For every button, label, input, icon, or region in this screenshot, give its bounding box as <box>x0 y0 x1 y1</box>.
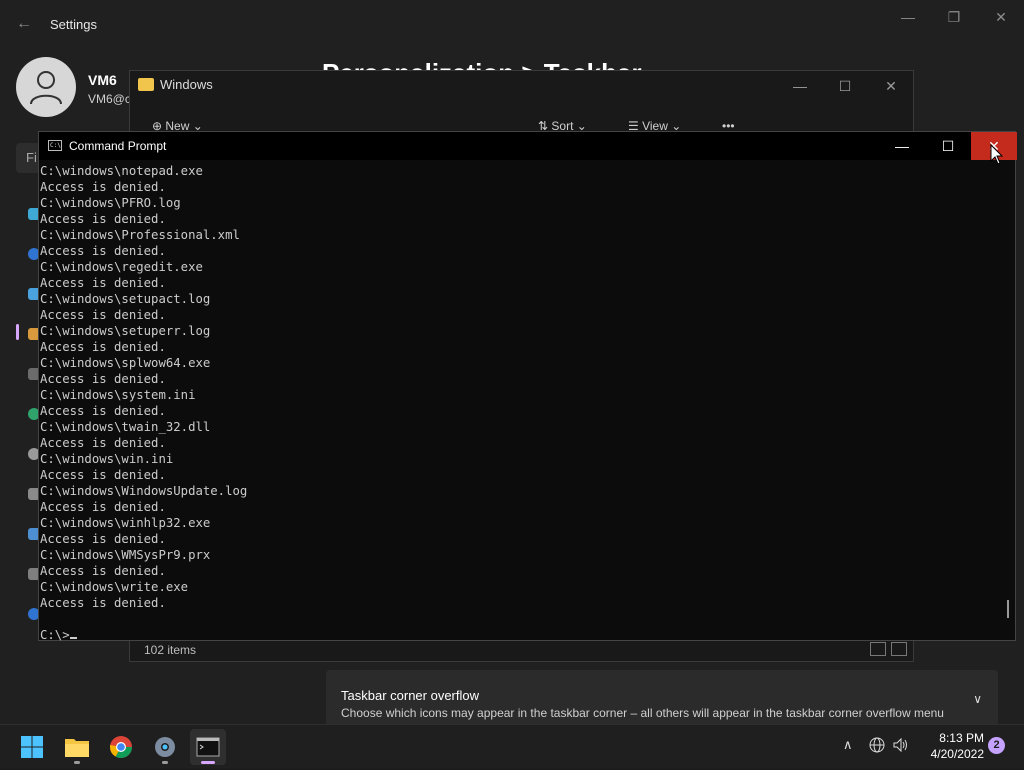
console-line: Access is denied. <box>40 372 166 386</box>
running-indicator <box>162 761 168 764</box>
console-line: C:\windows\Professional.xml <box>40 228 240 242</box>
notification-badge[interactable]: 2 <box>988 737 1005 754</box>
overflow-title: Taskbar corner overflow <box>341 688 479 703</box>
explorer-title: Windows <box>160 77 213 92</box>
chrome-button[interactable] <box>103 729 139 765</box>
mouse-pointer-icon <box>990 144 1004 165</box>
console-line: C:\windows\setupact.log <box>40 292 211 306</box>
settings-title: Settings <box>50 17 97 32</box>
settings-close-icon[interactable]: ✕ <box>986 8 1016 26</box>
console-line: C:\windows\notepad.exe <box>40 164 203 178</box>
cmd-title: Command Prompt <box>69 139 167 153</box>
details-view-icon[interactable] <box>870 642 886 656</box>
settings-titlebar: ← Settings — ❐ ✕ <box>0 0 1024 48</box>
text-cursor <box>69 637 77 639</box>
show-hidden-icons-chevron-icon[interactable]: ∧ <box>843 737 853 753</box>
cmd-titlebar[interactable]: C:\ Command Prompt — ☐ ✕ <box>39 132 1017 160</box>
system-clock[interactable]: 8:13 PM 4/20/2022 <box>920 730 984 762</box>
user-icon <box>30 71 62 105</box>
overflow-description: Choose which icons may appear in the tas… <box>341 706 944 720</box>
command-prompt-window[interactable]: C:\ Command Prompt — ☐ ✕ C:\windows\note… <box>38 131 1017 642</box>
console-line: C:\windows\system.ini <box>40 388 196 402</box>
console-line: Access is denied. <box>40 436 166 450</box>
user-name: VM6 <box>88 72 117 88</box>
cmd-minimize-button[interactable]: — <box>879 132 925 160</box>
start-button[interactable] <box>14 729 50 765</box>
console-line: C:\windows\WindowsUpdate.log <box>40 484 248 498</box>
console-line: C:\windows\setuperr.log <box>40 324 211 338</box>
item-count: 102 items <box>144 643 197 657</box>
settings-taskbar-button[interactable] <box>147 729 183 765</box>
explorer-maximize-icon[interactable]: ☐ <box>830 77 860 95</box>
console-line: Access is denied. <box>40 500 166 514</box>
file-explorer-icon <box>65 739 89 757</box>
console-line: Access is denied. <box>40 596 166 610</box>
explorer-minimize-icon[interactable]: — <box>785 77 815 95</box>
console-line: C:\windows\twain_32.dll <box>40 420 211 434</box>
console-line: Access is denied. <box>40 180 166 194</box>
active-indicator <box>201 761 215 764</box>
running-indicator <box>74 761 80 764</box>
console-line: C:\windows\write.exe <box>40 580 189 594</box>
console-line: C:\windows\WMSysPr9.prx <box>40 548 211 562</box>
console-line: Access is denied. <box>40 532 166 546</box>
console-line: Access is denied. <box>40 276 166 290</box>
console-line: C:\windows\win.ini <box>40 452 174 466</box>
console-output[interactable]: C:\windows\notepad.exe Access is denied. C… <box>39 163 999 642</box>
console-scrollbar[interactable] <box>1007 600 1009 618</box>
prompt-text: C:\> <box>40 628 70 642</box>
console-prompt[interactable]: C:\> <box>39 627 999 643</box>
settings-restore-icon[interactable]: ❐ <box>939 8 969 26</box>
console-line: Access is denied. <box>40 244 166 258</box>
console-line: Access is denied. <box>40 564 166 578</box>
speaker-icon <box>893 737 907 753</box>
clock-time: 8:13 PM <box>939 731 984 745</box>
taskbar: ∧ 8:13 PM 4/20/2022 2 <box>0 724 1024 768</box>
taskbar-corner-overflow-card[interactable]: Taskbar corner overflow Choose which ico… <box>326 670 998 724</box>
console-line: Access is denied. <box>40 404 166 418</box>
start-icon <box>21 736 43 758</box>
cmd-maximize-button[interactable]: ☐ <box>925 132 971 160</box>
console-line: C:\windows\PFRO.log <box>40 196 181 210</box>
user-email: VM6@c <box>88 92 130 106</box>
globe-icon <box>869 737 885 753</box>
file-explorer-button[interactable] <box>59 729 95 765</box>
settings-icon <box>155 737 175 757</box>
volume-icon[interactable] <box>892 737 910 756</box>
tiles-view-icon[interactable] <box>891 642 907 656</box>
command-prompt-taskbar-button[interactable] <box>190 729 226 765</box>
network-globe-icon[interactable] <box>869 737 885 756</box>
back-arrow-icon[interactable]: ← <box>14 14 34 34</box>
console-line: Access is denied. <box>40 308 166 322</box>
command-prompt-icon <box>196 737 220 757</box>
console-line: Access is denied. <box>40 468 166 482</box>
explorer-close-icon[interactable]: ✕ <box>876 77 906 95</box>
console-line: Access is denied. <box>40 212 166 226</box>
cmd-window-icon: C:\ <box>48 140 62 151</box>
avatar[interactable] <box>16 57 76 117</box>
console-line: C:\windows\regedit.exe <box>40 260 203 274</box>
nav-selected-indicator <box>16 324 19 340</box>
console-line: C:\windows\splwow64.exe <box>40 356 211 370</box>
chevron-down-icon[interactable]: ∨ <box>973 692 982 706</box>
settings-minimize-icon[interactable]: — <box>893 8 923 26</box>
explorer-titlebar: Windows <box>138 77 213 92</box>
clock-date: 4/20/2022 <box>930 747 984 761</box>
console-line: Access is denied. <box>40 340 166 354</box>
chrome-icon <box>110 736 132 758</box>
folder-icon <box>138 78 154 91</box>
console-line: C:\windows\winhlp32.exe <box>40 516 211 530</box>
